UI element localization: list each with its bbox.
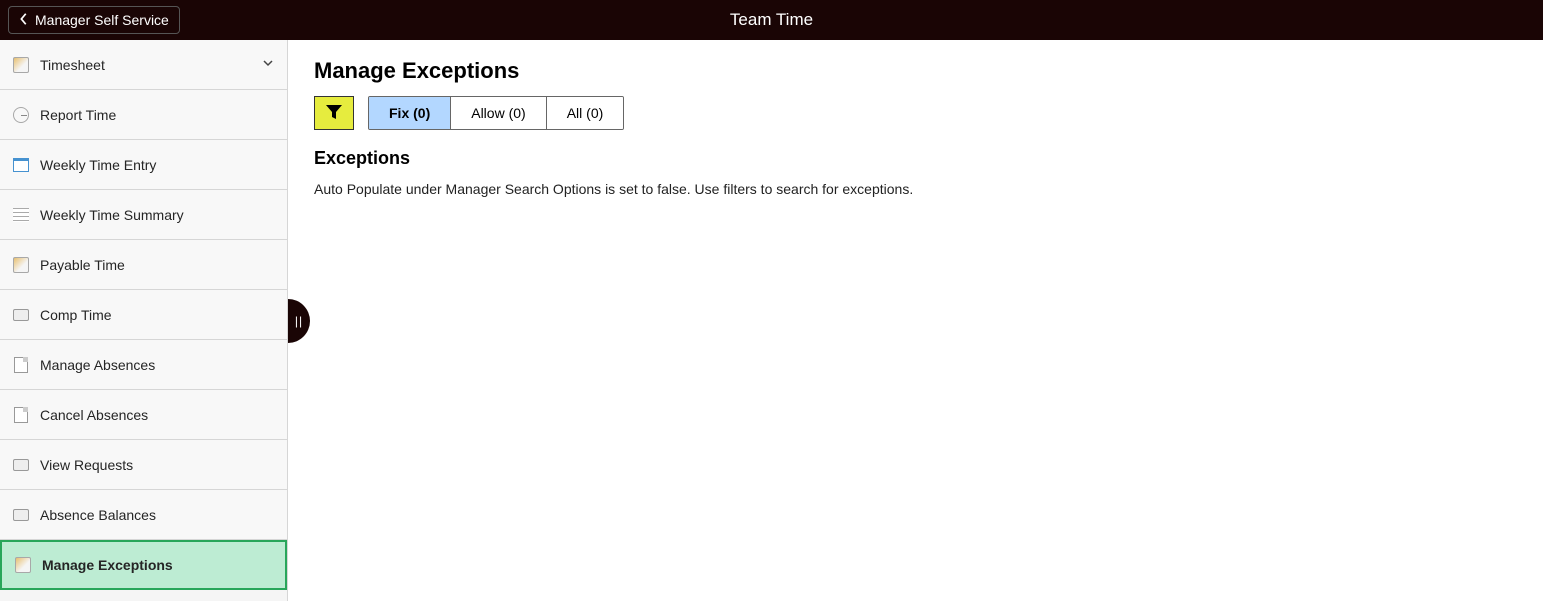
sidebar-item-label: Manage Absences xyxy=(40,357,155,373)
briefcase-icon xyxy=(12,306,30,324)
sidebar-item-view-requests[interactable]: View Requests xyxy=(0,440,287,490)
chevron-down-icon xyxy=(261,56,275,73)
sidebar-item-weekly-time-summary[interactable]: Weekly Time Summary xyxy=(0,190,287,240)
sidebar-item-absence-balances[interactable]: Absence Balances xyxy=(0,490,287,540)
sidebar-item-cancel-absences[interactable]: Cancel Absences xyxy=(0,390,287,440)
chevron-left-icon xyxy=(19,12,29,29)
pause-icon: || xyxy=(295,314,303,328)
tab-all[interactable]: All (0) xyxy=(547,97,624,129)
sidebar-item-weekly-time-entry[interactable]: Weekly Time Entry xyxy=(0,140,287,190)
app-header: Manager Self Service Team Time xyxy=(0,0,1543,40)
tab-label: Fix (0) xyxy=(389,105,430,121)
list-icon xyxy=(12,456,30,474)
exception-icon xyxy=(14,556,32,574)
tab-fix[interactable]: Fix (0) xyxy=(369,97,451,129)
exception-tab-group: Fix (0) Allow (0) All (0) xyxy=(368,96,624,130)
sidebar-item-label: Absence Balances xyxy=(40,507,156,523)
info-text: Auto Populate under Manager Search Optio… xyxy=(314,181,1517,197)
sidebar-item-label: Manage Exceptions xyxy=(42,557,173,573)
layout: Timesheet Report Time Weekly Time Entry … xyxy=(0,40,1543,601)
filter-icon xyxy=(325,104,343,123)
document-cancel-icon xyxy=(12,406,30,424)
sidebar-item-label: Timesheet xyxy=(40,57,105,73)
section-title: Exceptions xyxy=(314,148,1517,169)
main-content: Manage Exceptions Fix (0) Allow (0) All … xyxy=(288,40,1543,601)
clock-icon xyxy=(12,106,30,124)
back-button-label: Manager Self Service xyxy=(35,12,169,28)
money-icon xyxy=(12,256,30,274)
sidebar-item-label: Weekly Time Summary xyxy=(40,207,184,223)
filter-row: Fix (0) Allow (0) All (0) xyxy=(314,96,1517,130)
tab-label: All (0) xyxy=(567,105,604,121)
tab-label: Allow (0) xyxy=(471,105,525,121)
sidebar-item-label: View Requests xyxy=(40,457,133,473)
sidebar-item-label: Payable Time xyxy=(40,257,125,273)
filter-button[interactable] xyxy=(314,96,354,130)
sidebar-item-manage-exceptions[interactable]: Manage Exceptions xyxy=(0,540,287,590)
sidebar-item-payable-time[interactable]: Payable Time xyxy=(0,240,287,290)
page-title: Manage Exceptions xyxy=(314,58,1517,84)
back-button[interactable]: Manager Self Service xyxy=(8,6,180,34)
timesheet-icon xyxy=(12,56,30,74)
sidebar-item-manage-absences[interactable]: Manage Absences xyxy=(0,340,287,390)
calendar-icon xyxy=(12,156,30,174)
sidebar-item-label: Weekly Time Entry xyxy=(40,157,156,173)
scale-icon xyxy=(12,506,30,524)
sidebar-item-comp-time[interactable]: Comp Time xyxy=(0,290,287,340)
sidebar-item-label: Cancel Absences xyxy=(40,407,148,423)
sidebar-item-label: Report Time xyxy=(40,107,116,123)
tab-allow[interactable]: Allow (0) xyxy=(451,97,546,129)
grid-icon xyxy=(12,206,30,224)
sidebar: Timesheet Report Time Weekly Time Entry … xyxy=(0,40,288,601)
sidebar-item-label: Comp Time xyxy=(40,307,112,323)
sidebar-item-timesheet[interactable]: Timesheet xyxy=(0,40,287,90)
document-icon xyxy=(12,356,30,374)
page-header-title: Team Time xyxy=(730,10,813,30)
sidebar-item-report-time[interactable]: Report Time xyxy=(0,90,287,140)
